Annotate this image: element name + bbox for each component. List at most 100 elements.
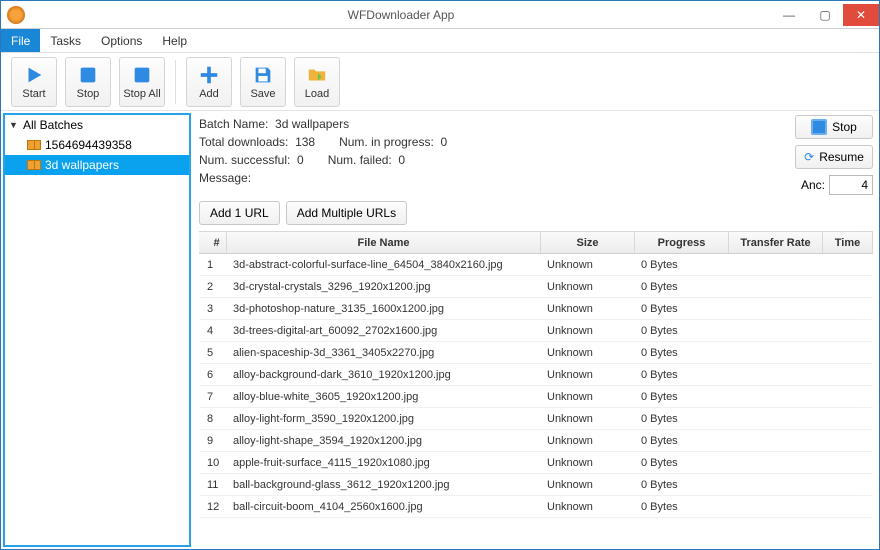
cell: 4	[199, 325, 227, 337]
column-header[interactable]: #	[199, 232, 227, 253]
table-row[interactable]: 23d-crystal-crystals_3296_1920x1200.jpgU…	[199, 276, 873, 298]
toolbar-label: Load	[305, 88, 329, 100]
menu-tasks[interactable]: Tasks	[40, 29, 91, 52]
cell: 6	[199, 369, 227, 381]
toolbar-save-button[interactable]: Save	[240, 57, 286, 107]
anc-input[interactable]	[829, 175, 873, 195]
cell: Unknown	[541, 435, 635, 447]
cell: 5	[199, 347, 227, 359]
table-row[interactable]: 8alloy-light-form_3590_1920x1200.jpgUnkn…	[199, 408, 873, 430]
stop-icon	[77, 64, 99, 86]
main-panel: Batch Name: 3d wallpapers Total download…	[191, 111, 879, 549]
toolbar-stopall-button[interactable]: Stop All	[119, 57, 165, 107]
cell: 0 Bytes	[635, 479, 729, 491]
maximize-button[interactable]: ▢	[807, 4, 843, 26]
cell: alloy-blue-white_3605_1920x1200.jpg	[227, 391, 541, 403]
cell: alloy-light-form_3590_1920x1200.jpg	[227, 413, 541, 425]
toolbar-start-button[interactable]: Start	[11, 57, 57, 107]
close-button[interactable]: ✕	[843, 4, 879, 26]
toolbar-separator	[175, 60, 176, 104]
cell: 11	[199, 479, 227, 491]
cell: 0 Bytes	[635, 259, 729, 271]
toolbar-label: Stop	[77, 88, 100, 100]
add-multiple-urls-button[interactable]: Add Multiple URLs	[286, 201, 407, 225]
batch-stop-button[interactable]: Stop	[795, 115, 873, 139]
window-title: WFDownloader App	[31, 8, 771, 22]
tree-root[interactable]: ▼ All Batches	[5, 115, 189, 135]
cell: Unknown	[541, 501, 635, 513]
anc-label: Anc:	[801, 178, 825, 192]
refresh-icon: ⟳	[804, 150, 814, 164]
batch-icon	[27, 160, 41, 170]
column-header[interactable]: Transfer Rate	[729, 232, 823, 253]
toolbar-label: Save	[250, 88, 275, 100]
toolbar-label: Add	[199, 88, 219, 100]
column-header[interactable]: Time	[823, 232, 873, 253]
load-icon	[306, 64, 328, 86]
cell: 8	[199, 413, 227, 425]
menu-file[interactable]: File	[1, 29, 40, 52]
failed-value: 0	[398, 153, 405, 167]
add-1-url-button[interactable]: Add 1 URL	[199, 201, 280, 225]
sidebar-item-label: 1564694439358	[45, 138, 132, 152]
table-body[interactable]: 13d-abstract-colorful-surface-line_64504…	[199, 254, 873, 524]
batch-name-value: 3d wallpapers	[275, 117, 349, 131]
total-downloads-label: Total downloads:	[199, 135, 288, 149]
cell: Unknown	[541, 457, 635, 469]
cell: Unknown	[541, 325, 635, 337]
cell: alien-spaceship-3d_3361_3405x2270.jpg	[227, 347, 541, 359]
cell: Unknown	[541, 281, 635, 293]
cell: 1	[199, 259, 227, 271]
cell: Unknown	[541, 369, 635, 381]
column-header[interactable]: Size	[541, 232, 635, 253]
toolbar-stop-button[interactable]: Stop	[65, 57, 111, 107]
column-header[interactable]: Progress	[635, 232, 729, 253]
cell: 3	[199, 303, 227, 315]
minimize-button[interactable]: —	[771, 4, 807, 26]
cell: Unknown	[541, 413, 635, 425]
cell: ball-circuit-boom_4104_2560x1600.jpg	[227, 501, 541, 513]
table-row[interactable]: 43d-trees-digital-art_60092_2702x1600.jp…	[199, 320, 873, 342]
cell: 0 Bytes	[635, 369, 729, 381]
batch-resume-button[interactable]: ⟳ Resume	[795, 145, 873, 169]
cell: 3d-photoshop-nature_3135_1600x1200.jpg	[227, 303, 541, 315]
cell: 0 Bytes	[635, 281, 729, 293]
table-row[interactable]: 12ball-circuit-boom_4104_2560x1600.jpgUn…	[199, 496, 873, 518]
sidebar-item-0[interactable]: 1564694439358	[5, 135, 189, 155]
cell: 0 Bytes	[635, 501, 729, 513]
column-header[interactable]: File Name	[227, 232, 541, 253]
sidebar: ▼ All Batches 1564694439358 3d wallpapers	[3, 113, 191, 547]
start-icon	[23, 64, 45, 86]
cell: 3d-crystal-crystals_3296_1920x1200.jpg	[227, 281, 541, 293]
successful-value: 0	[297, 153, 304, 167]
cell: 3d-trees-digital-art_60092_2702x1600.jpg	[227, 325, 541, 337]
table-row[interactable]: 11ball-background-glass_3612_1920x1200.j…	[199, 474, 873, 496]
cell: Unknown	[541, 259, 635, 271]
table-row[interactable]: 6alloy-background-dark_3610_1920x1200.jp…	[199, 364, 873, 386]
chevron-down-icon: ▼	[9, 120, 19, 130]
cell: ball-background-glass_3612_1920x1200.jpg	[227, 479, 541, 491]
sidebar-item-label: 3d wallpapers	[45, 158, 119, 172]
cell: alloy-light-shape_3594_1920x1200.jpg	[227, 435, 541, 447]
toolbar-load-button[interactable]: Load	[294, 57, 340, 107]
cell: 0 Bytes	[635, 413, 729, 425]
toolbar-add-button[interactable]: Add	[186, 57, 232, 107]
toolbar-label: Start	[22, 88, 45, 100]
table-row[interactable]: 7alloy-blue-white_3605_1920x1200.jpgUnkn…	[199, 386, 873, 408]
table-row[interactable]: 9alloy-light-shape_3594_1920x1200.jpgUnk…	[199, 430, 873, 452]
menu-help[interactable]: Help	[152, 29, 197, 52]
table-row[interactable]: 10apple-fruit-surface_4115_1920x1080.jpg…	[199, 452, 873, 474]
table-row[interactable]: 13d-abstract-colorful-surface-line_64504…	[199, 254, 873, 276]
cell: 0 Bytes	[635, 303, 729, 315]
toolbar-label: Stop All	[123, 88, 160, 100]
cell: 0 Bytes	[635, 325, 729, 337]
batch-icon	[27, 140, 41, 150]
table-row[interactable]: 33d-photoshop-nature_3135_1600x1200.jpgU…	[199, 298, 873, 320]
inprogress-label: Num. in progress:	[339, 135, 434, 149]
table-row[interactable]: 5alien-spaceship-3d_3361_3405x2270.jpgUn…	[199, 342, 873, 364]
cell: 3d-abstract-colorful-surface-line_64504_…	[227, 259, 541, 271]
toolbar: Start Stop Stop All Add Save Load	[1, 53, 879, 111]
sidebar-item-1[interactable]: 3d wallpapers	[5, 155, 189, 175]
menu-options[interactable]: Options	[91, 29, 152, 52]
cell: Unknown	[541, 347, 635, 359]
